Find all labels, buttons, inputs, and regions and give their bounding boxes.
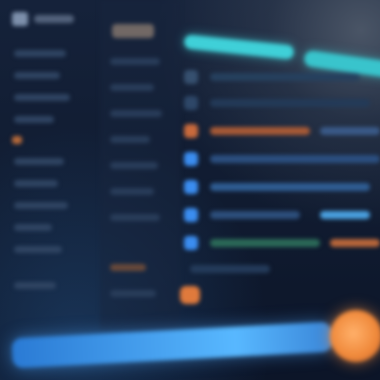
sidebar-item[interactable] [14, 224, 52, 231]
list-item[interactable] [110, 110, 162, 117]
row-icon [184, 96, 198, 110]
row-icon [184, 124, 198, 138]
sidebar-item[interactable] [14, 246, 62, 253]
row-icon [184, 152, 198, 166]
sidebar-item[interactable] [14, 116, 54, 123]
secondary-panel [100, 0, 180, 330]
table-row[interactable] [180, 148, 380, 170]
row-bar [190, 265, 270, 273]
table-row[interactable] [180, 120, 380, 142]
sidebar-item[interactable] [14, 72, 60, 79]
app-logo-icon [12, 12, 28, 26]
list-item[interactable] [110, 58, 160, 65]
row-bar [330, 239, 380, 247]
table-row[interactable] [180, 92, 380, 114]
row-icon [184, 180, 198, 194]
floating-action-icon[interactable] [330, 310, 380, 362]
table-row[interactable] [180, 258, 380, 280]
table-row[interactable] [180, 204, 380, 226]
row-bar [320, 211, 370, 219]
sidebar-item[interactable] [14, 202, 68, 209]
sidebar-active-marker [12, 136, 22, 144]
row-bar [210, 155, 380, 163]
row-bar [210, 239, 320, 247]
list-item[interactable] [110, 136, 150, 143]
row-icon [184, 236, 198, 250]
brand-placeholder [34, 15, 74, 23]
list-item[interactable] [110, 188, 154, 195]
row-bar [210, 127, 310, 135]
row-icon [184, 70, 198, 84]
row-bar [320, 127, 380, 135]
blurred-ui [0, 0, 380, 380]
main-panel [180, 0, 380, 340]
list-item[interactable] [110, 214, 160, 221]
app-window [0, 0, 380, 380]
sidebar-item[interactable] [14, 94, 70, 101]
row-bar [210, 183, 370, 191]
sidebar [0, 0, 98, 340]
table-row[interactable] [180, 176, 380, 198]
secondary-panel-header [112, 24, 154, 38]
row-bar [210, 211, 300, 219]
row-bar [210, 99, 370, 107]
sidebar-item[interactable] [14, 50, 66, 57]
status-icon[interactable] [180, 286, 200, 304]
list-item[interactable] [110, 84, 154, 91]
sidebar-item[interactable] [14, 180, 58, 187]
sidebar-item[interactable] [14, 158, 64, 165]
list-item[interactable] [110, 264, 146, 271]
row-icon [184, 208, 198, 222]
sidebar-item[interactable] [14, 282, 56, 289]
table-row[interactable] [180, 232, 380, 254]
list-item[interactable] [110, 290, 156, 297]
row-bar [210, 73, 360, 81]
tab-highlight-primary[interactable] [183, 34, 295, 60]
list-item[interactable] [110, 162, 158, 169]
table-row[interactable] [180, 66, 380, 88]
